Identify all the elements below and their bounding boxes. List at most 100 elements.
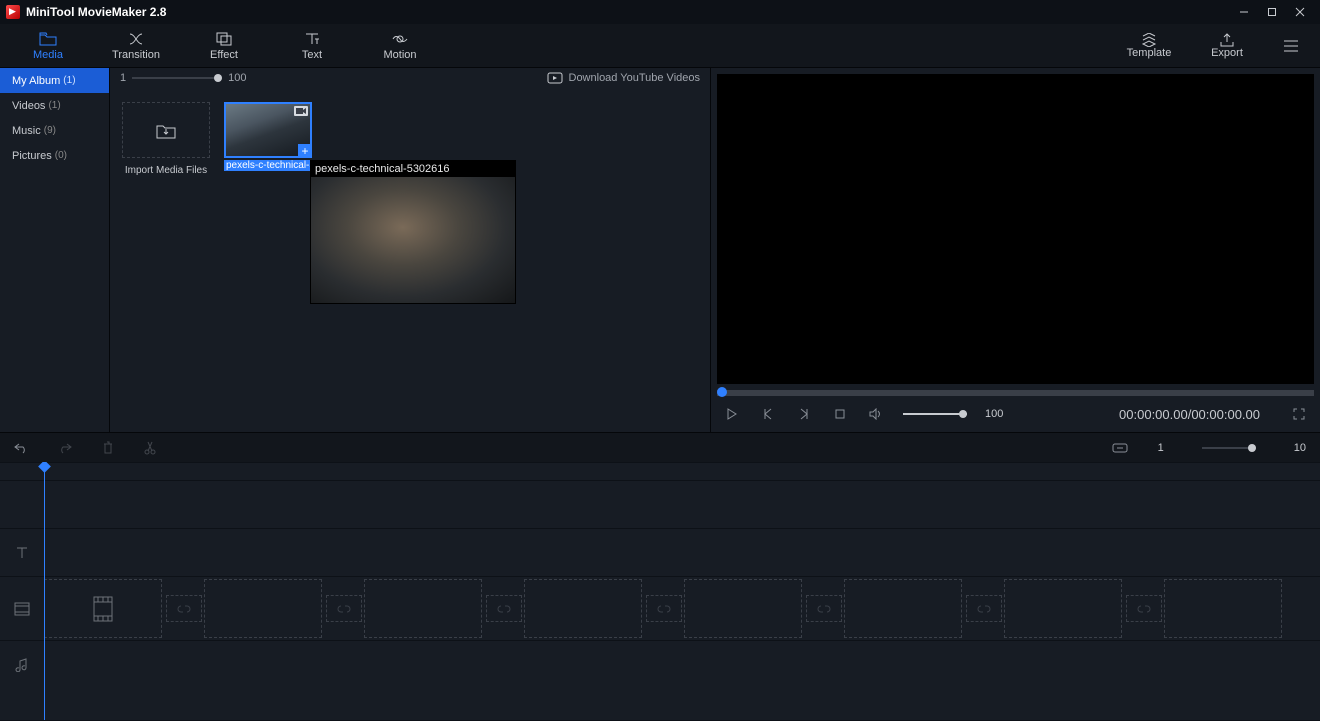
import-label: Import Media Files — [123, 165, 209, 176]
prev-frame-button[interactable] — [759, 408, 777, 420]
transition-slot[interactable] — [486, 595, 522, 622]
text-track[interactable] — [0, 528, 1320, 576]
tooltip-thumbnail — [311, 177, 515, 303]
film-icon — [91, 596, 115, 622]
sidebar-item-myalbum[interactable]: My Album (1) — [0, 68, 109, 93]
delete-button[interactable] — [102, 441, 114, 455]
video-clip-slot[interactable] — [524, 579, 642, 638]
video-clip-slot[interactable] — [364, 579, 482, 638]
sidebar-item-pictures[interactable]: Pictures (0) — [0, 143, 109, 168]
timecode: 00:00:00.00/00:00:00.00 — [1119, 407, 1260, 422]
clip-type-icon — [294, 106, 308, 116]
app-title: MiniTool MovieMaker 2.8 — [26, 5, 166, 19]
close-button[interactable] — [1286, 0, 1314, 24]
clip-filename[interactable]: pexels-c-technical-53... — [224, 160, 312, 171]
split-button[interactable] — [144, 441, 156, 455]
import-media-button[interactable]: Import Media Files — [122, 102, 210, 158]
transition-link-icon — [1137, 603, 1151, 615]
tab-text[interactable]: Text — [268, 24, 356, 67]
text-track-icon — [0, 546, 44, 560]
video-track[interactable] — [0, 576, 1320, 640]
mute-button[interactable] — [867, 408, 885, 420]
timeline-ruler[interactable] — [0, 462, 1320, 480]
tab-effect[interactable]: Effect — [180, 24, 268, 67]
volume-value: 100 — [985, 408, 1003, 420]
export-button[interactable]: Export — [1188, 24, 1266, 67]
media-clip[interactable]: + — [224, 102, 312, 158]
scrubber-handle[interactable] — [717, 387, 727, 397]
effect-icon — [216, 31, 232, 47]
folder-icon — [39, 31, 57, 47]
video-clip-slot[interactable] — [844, 579, 962, 638]
preview-panel: 100 00:00:00.00/00:00:00.00 — [710, 68, 1320, 432]
zoom-knob[interactable] — [1248, 444, 1256, 452]
volume-knob[interactable] — [959, 410, 967, 418]
audio-track[interactable] — [0, 640, 1320, 688]
sidebar-item-count: (1) — [48, 100, 60, 111]
timeline-zoom-slider[interactable] — [1202, 447, 1256, 449]
transition-slot[interactable] — [806, 595, 842, 622]
template-button[interactable]: Template — [1110, 24, 1188, 67]
transition-slot[interactable] — [966, 595, 1002, 622]
transition-link-icon — [497, 603, 511, 615]
menu-icon — [1282, 39, 1300, 53]
transition-slot[interactable] — [166, 595, 202, 622]
sidebar-item-videos[interactable]: Videos (1) — [0, 93, 109, 118]
video-clip-slot[interactable] — [684, 579, 802, 638]
fullscreen-button[interactable] — [1290, 408, 1308, 420]
preview-scrubber[interactable] — [717, 390, 1314, 396]
sidebar-item-label: Videos — [12, 100, 45, 112]
video-clip-slot[interactable] — [1004, 579, 1122, 638]
timeline-zoom-max: 10 — [1294, 442, 1306, 454]
clip-tooltip: pexels-c-technical-5302616 — [310, 160, 516, 304]
sidebar-item-count: (0) — [55, 150, 67, 161]
tab-text-label: Text — [302, 49, 322, 61]
transition-slot[interactable] — [1126, 595, 1162, 622]
main-content: My Album (1) Videos (1) Music (9) Pictur… — [0, 68, 1320, 432]
transition-slot[interactable] — [646, 595, 682, 622]
transition-link-icon — [977, 603, 991, 615]
timeline-zoom-min: 1 — [1158, 442, 1164, 454]
add-to-timeline-button[interactable]: + — [298, 144, 312, 158]
thumb-zoom-max: 100 — [228, 72, 246, 84]
stop-button[interactable] — [831, 408, 849, 420]
sidebar-item-label: My Album — [12, 75, 60, 87]
tooltip-filename: pexels-c-technical-5302616 — [311, 161, 515, 177]
tab-transition-label: Transition — [112, 49, 160, 61]
video-track-body[interactable] — [44, 577, 1320, 640]
app-logo-icon — [6, 5, 20, 19]
transition-link-icon — [177, 603, 191, 615]
next-frame-button[interactable] — [795, 408, 813, 420]
redo-button[interactable] — [58, 442, 72, 454]
sidebar-item-count: (9) — [44, 125, 56, 136]
play-button[interactable] — [723, 408, 741, 420]
video-clip-slot[interactable] — [1164, 579, 1282, 638]
title-bar: MiniTool MovieMaker 2.8 — [0, 0, 1320, 24]
undo-button[interactable] — [14, 442, 28, 454]
sidebar-item-music[interactable]: Music (9) — [0, 118, 109, 143]
media-header: 1 100 Download YouTube Videos — [110, 68, 710, 88]
tab-transition[interactable]: Transition — [92, 24, 180, 67]
export-label: Export — [1211, 47, 1243, 59]
motion-icon — [391, 31, 409, 47]
maximize-button[interactable] — [1258, 0, 1286, 24]
media-library: 1 100 Download YouTube Videos Import Med… — [109, 68, 710, 432]
slider-knob[interactable] — [214, 74, 222, 82]
transition-link-icon — [817, 603, 831, 615]
volume-slider[interactable] — [903, 413, 967, 415]
transition-link-icon — [657, 603, 671, 615]
media-sidebar: My Album (1) Videos (1) Music (9) Pictur… — [0, 68, 109, 432]
menu-button[interactable] — [1266, 24, 1316, 67]
video-clip-slot[interactable] — [204, 579, 322, 638]
fit-button[interactable] — [1112, 443, 1128, 453]
download-youtube-button[interactable]: Download YouTube Videos — [547, 72, 701, 84]
tab-media[interactable]: Media — [4, 24, 92, 67]
thumbnail-size-slider[interactable] — [132, 77, 222, 79]
sidebar-item-count: (1) — [63, 75, 75, 86]
playhead[interactable] — [44, 462, 45, 720]
transition-slot[interactable] — [326, 595, 362, 622]
tab-motion-label: Motion — [383, 49, 416, 61]
tab-motion[interactable]: Motion — [356, 24, 444, 67]
video-clip-slot[interactable] — [44, 579, 162, 638]
minimize-button[interactable] — [1230, 0, 1258, 24]
